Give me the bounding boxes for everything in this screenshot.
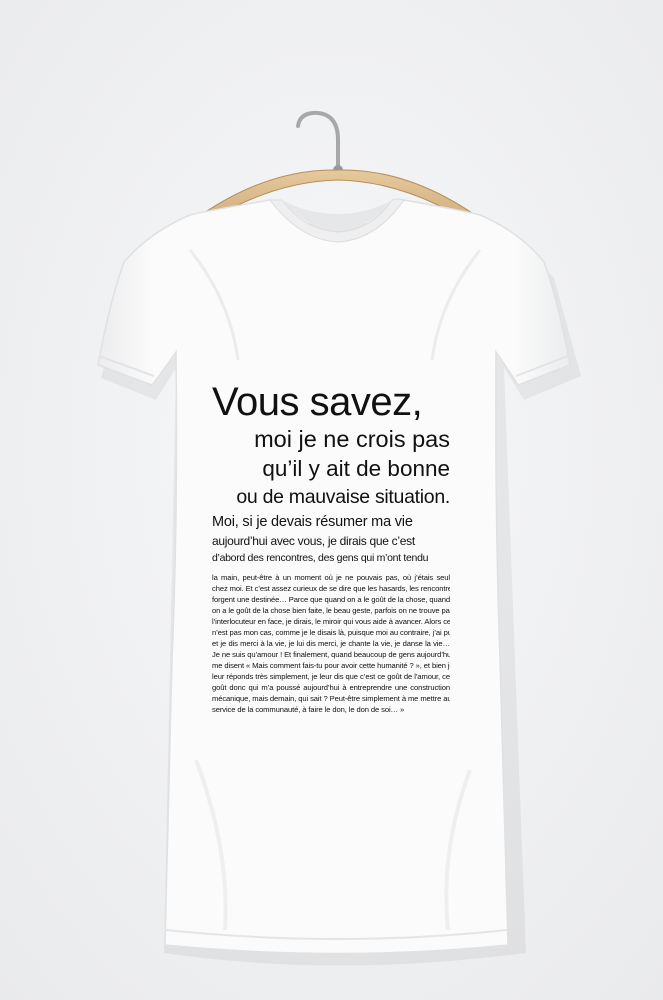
print-body-line: me disent « Mais comment fais-tu pour av… <box>212 661 450 670</box>
print-body-line: et je dis merci à la vie, je lui dis mer… <box>212 639 450 648</box>
print-line-4: ou de mauvaise situation. <box>236 486 450 508</box>
print-body-line: chez moi. Et c’est assez curieux de se d… <box>212 584 450 593</box>
print-line-3: qu’il y ait de bonne <box>262 456 450 481</box>
print-line-1: Vous savez, <box>212 380 423 424</box>
print-line-6: aujourd’hui avec vous, je dirais que c’e… <box>212 534 415 548</box>
print-body-line: la main, peut-être à un moment où je ne … <box>212 573 450 582</box>
print-line-2: moi je ne crois pas <box>254 426 450 452</box>
print-body-line: Je ne suis qu’amour ! Et finalement, qua… <box>212 650 450 659</box>
print-body-text: la main, peut-être à un moment où je ne … <box>212 572 450 715</box>
print-body-line: mécanique, mais demain, qui sait ? Peut-… <box>212 694 450 703</box>
print-line-7: d’abord des rencontres, des gens qui m’o… <box>212 552 429 564</box>
print-body-line: service de la communauté, à faire le don… <box>212 705 405 714</box>
print-body-line: on a le goût de la chose bien faite, le … <box>212 606 450 615</box>
tshirt-print-text: Vous savez, moi je ne crois pas qu’il y … <box>212 380 450 715</box>
print-body-line: forgent une destinée… Parce que quand on… <box>212 595 450 604</box>
print-line-5: Moi, si je devais résumer ma vie <box>212 514 413 530</box>
print-body-line: n’est pas mon cas, comme je le disais là… <box>212 628 450 637</box>
print-body-line: leur réponds très simplement, je leur di… <box>212 672 450 681</box>
print-body-line: goût donc qui m’a poussé aujourd’hui à e… <box>212 683 450 692</box>
print-body-line: l’interlocuteur en face, je dirais, le m… <box>212 617 450 626</box>
